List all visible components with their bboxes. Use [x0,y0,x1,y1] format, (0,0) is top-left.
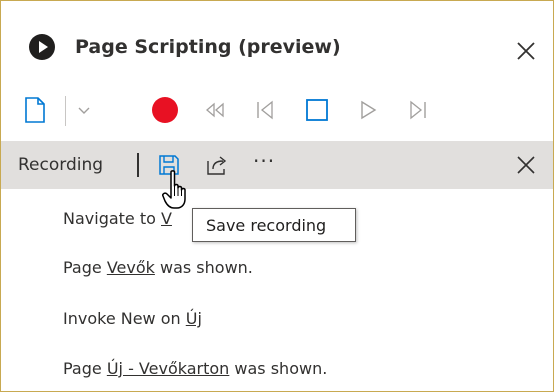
play-icon[interactable] [358,99,378,121]
close-pane-icon[interactable] [515,40,537,62]
list-item: Page Vevők was shown. [63,258,253,277]
step-link[interactable]: Új - Vevőkarton [107,359,229,378]
more-options-icon[interactable]: ··· [253,149,275,173]
list-item: Invoke New on Új [63,309,202,328]
recording-bar-separator [137,153,139,177]
step-link[interactable]: V [161,209,172,228]
step-link[interactable]: Vevők [107,258,155,277]
close-recording-icon[interactable] [515,154,537,176]
step-back-icon[interactable] [254,99,276,121]
pane-header: Page Scripting (preview) [1,1,553,79]
new-file-icon[interactable] [23,96,47,124]
recording-label: Recording [18,155,104,175]
save-recording-tooltip: Save recording [192,208,356,242]
stop-icon[interactable] [305,98,329,122]
record-button-icon[interactable] [151,96,179,124]
playback-toolbar [1,86,553,134]
step-link[interactable]: Új [186,309,202,328]
hand-cursor-icon [162,170,186,209]
toolbar-separator [65,96,66,126]
step-forward-icon[interactable] [407,99,429,121]
page-scripting-pane: Page Scripting (preview) Recording ··· N… [0,0,554,392]
rewind-icon[interactable] [204,101,226,119]
chevron-down-icon[interactable] [77,106,91,116]
list-item: Page Új - Vevőkarton was shown. [63,359,328,378]
page-scripting-logo-icon [29,34,55,60]
recording-bar: Recording ··· [1,141,553,189]
list-item: Navigate to V [63,209,172,228]
share-icon[interactable] [205,153,229,177]
pane-title: Page Scripting (preview) [75,36,341,58]
